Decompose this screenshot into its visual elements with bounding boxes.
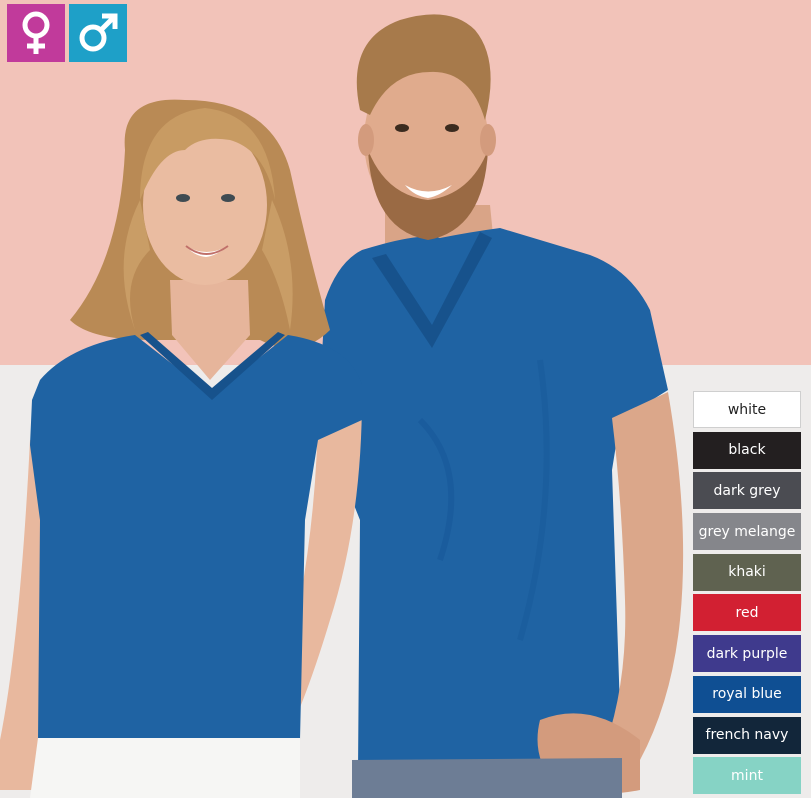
woman-model — [0, 99, 362, 798]
swatch-label: french navy — [705, 727, 789, 743]
swatch-label: dark purple — [706, 645, 788, 662]
swatch-label: white — [727, 401, 767, 418]
male-symbol-icon — [79, 13, 118, 52]
swatch-label: royal blue — [712, 686, 782, 703]
swatch-dark-grey[interactable]: dark grey — [693, 472, 801, 510]
swatch-white[interactable]: white — [693, 391, 801, 428]
product-image-canvas: white black dark grey grey melange khaki… — [0, 0, 811, 798]
swatch-label: grey melange — [698, 523, 796, 540]
color-swatch-list: white black dark grey grey melange khaki… — [693, 391, 801, 798]
models-photo — [0, 14, 684, 798]
swatch-label: red — [735, 604, 759, 621]
swatch-label: dark grey — [713, 482, 781, 499]
swatch-grey-melange[interactable]: grey melange — [693, 513, 801, 551]
swatch-red[interactable]: red — [693, 594, 801, 632]
swatch-black[interactable]: black — [693, 431, 801, 469]
male-filter-button[interactable] — [69, 4, 127, 62]
man-model — [318, 14, 684, 798]
swatch-french-navy[interactable]: french navy — [693, 716, 801, 754]
female-symbol-icon — [22, 11, 50, 54]
swatch-label: khaki — [728, 564, 766, 581]
female-filter-button[interactable] — [7, 4, 65, 62]
swatch-royal-blue[interactable]: royal blue — [693, 675, 801, 713]
swatch-dark-purple[interactable]: dark purple — [693, 635, 801, 673]
swatch-khaki[interactable]: khaki — [693, 553, 801, 591]
swatch-mint[interactable]: mint — [693, 757, 801, 795]
swatch-label: mint — [731, 767, 763, 784]
swatch-label: black — [728, 442, 766, 459]
